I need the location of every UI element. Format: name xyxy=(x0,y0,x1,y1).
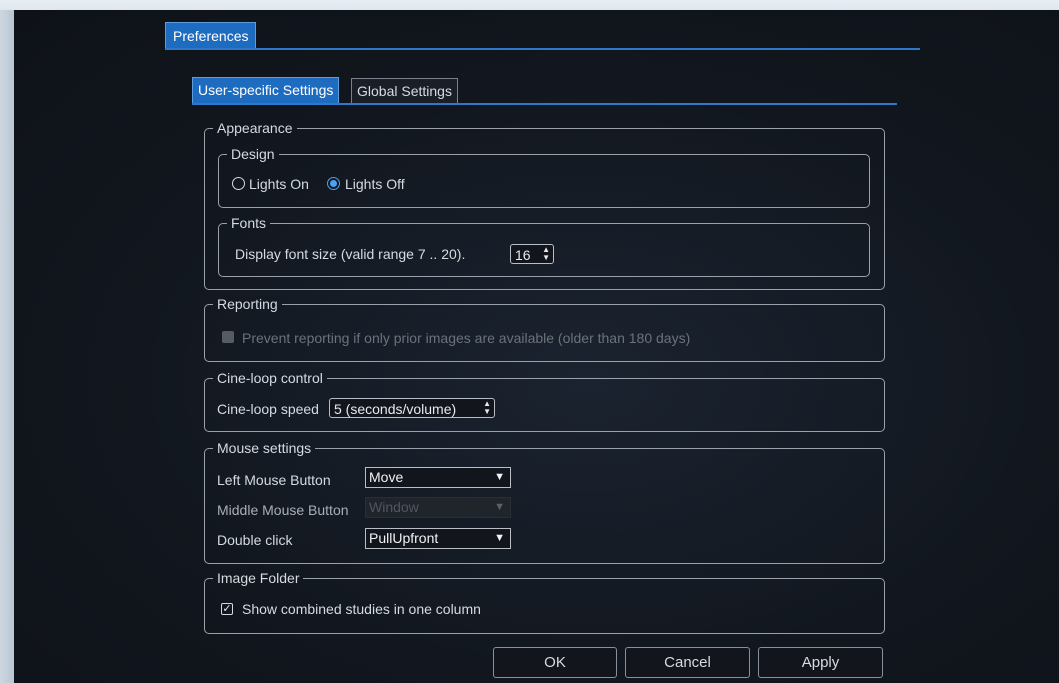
middle-mouse-button-value: Window xyxy=(369,499,419,515)
cine-loop-speed-label: Cine-loop speed xyxy=(217,401,319,417)
appearance-legend: Appearance xyxy=(217,120,293,136)
prevent-reporting-label: Prevent reporting if only prior images a… xyxy=(242,330,691,346)
cine-loop-legend: Cine-loop control xyxy=(217,370,323,386)
up-down-spinner-icon[interactable]: ▲ ▼ xyxy=(483,400,491,416)
cine-loop-speed-value: 5 (seconds/volume) xyxy=(334,401,457,417)
font-size-label: Display font size (valid range 7 .. 20). xyxy=(235,246,466,262)
tab-preferences[interactable]: Preferences xyxy=(165,22,257,49)
double-click-label: Double click xyxy=(217,532,293,548)
design-legend: Design xyxy=(231,146,275,162)
fonts-legend: Fonts xyxy=(231,215,267,231)
cancel-button[interactable]: Cancel xyxy=(625,647,750,678)
lights-on-radio[interactable] xyxy=(232,177,245,190)
lights-off-label[interactable]: Lights Off xyxy=(345,176,405,192)
mouse-settings-legend: Mouse settings xyxy=(217,440,312,456)
lights-off-radio[interactable] xyxy=(327,177,340,190)
middle-mouse-button-label: Middle Mouse Button xyxy=(217,502,349,518)
apply-button[interactable]: Apply xyxy=(758,647,883,678)
up-down-spinner-icon[interactable]: ▲ ▼ xyxy=(542,246,550,262)
middle-mouse-button-select: Window ▼ xyxy=(365,497,511,518)
left-mouse-button-label: Left Mouse Button xyxy=(217,472,331,488)
double-click-value: PullUpfront xyxy=(369,530,439,546)
font-size-spinner[interactable]: 16 ▲ ▼ xyxy=(510,244,554,264)
reporting-group: Reporting xyxy=(204,296,885,362)
reporting-legend: Reporting xyxy=(217,296,278,312)
tab-underline xyxy=(165,48,920,50)
left-mouse-button-value: Move xyxy=(369,469,404,485)
font-size-value: 16 xyxy=(515,247,531,263)
show-combined-studies-label[interactable]: Show combined studies in one column xyxy=(242,601,481,617)
subtab-underline xyxy=(192,103,897,105)
chevron-down-icon: ▼ xyxy=(494,501,505,513)
image-folder-legend: Image Folder xyxy=(217,570,300,586)
ok-button[interactable]: OK xyxy=(493,647,617,678)
cine-loop-speed-spinner[interactable]: 5 (seconds/volume) ▲ ▼ xyxy=(329,398,495,418)
tab-user-specific-settings[interactable]: User-specific Settings xyxy=(192,77,340,104)
chevron-down-icon[interactable]: ▼ xyxy=(494,468,505,487)
design-group: Design xyxy=(218,146,870,208)
tab-global-settings[interactable]: Global Settings xyxy=(351,78,458,104)
lights-on-label[interactable]: Lights On xyxy=(249,176,309,192)
checkmark-icon: ✓ xyxy=(222,603,232,615)
prevent-reporting-checkbox[interactable] xyxy=(222,331,234,343)
chevron-down-icon[interactable]: ▼ xyxy=(494,529,505,548)
show-combined-studies-checkbox[interactable]: ✓ xyxy=(221,603,233,615)
double-click-select[interactable]: PullUpfront ▼ xyxy=(365,528,511,549)
left-mouse-button-select[interactable]: Move ▼ xyxy=(365,467,511,488)
window-frame xyxy=(0,10,14,683)
